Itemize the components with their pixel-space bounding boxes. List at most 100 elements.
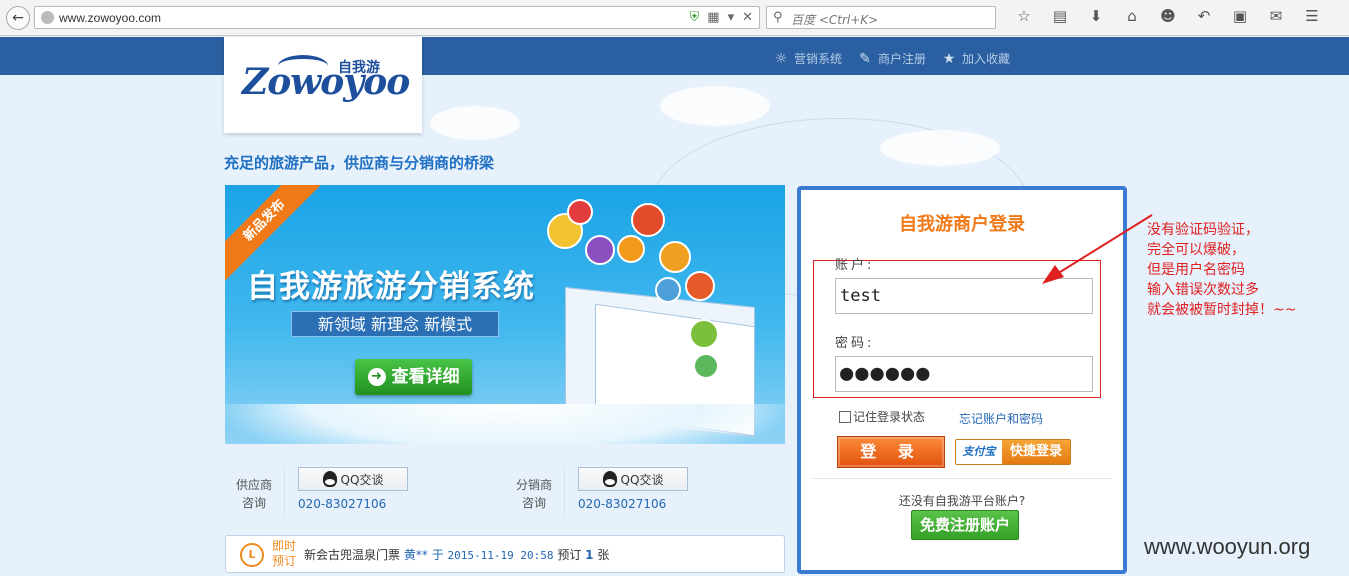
annotation-arrow bbox=[1042, 214, 1153, 284]
arrow-right-icon: ➜ bbox=[367, 368, 386, 386]
undo-icon[interactable]: ↶ bbox=[1186, 7, 1222, 25]
shop-icon bbox=[617, 235, 645, 263]
reader-icon[interactable]: ▤ bbox=[1042, 7, 1078, 25]
live-booking-tag: 即时 预订 bbox=[272, 539, 296, 569]
star-badge-icon bbox=[631, 203, 665, 237]
check-icon bbox=[693, 353, 719, 379]
alipay-quick-login-label: 快捷登录 bbox=[1002, 440, 1070, 464]
logo-wordmark: Zowoyoo bbox=[242, 61, 410, 103]
annotation-note: 没有验证码验证， 完全可以爆破， 但是用户名密码 输入错误次数过多 就会被被暂时… bbox=[1147, 220, 1296, 320]
booking-unit: 张 bbox=[597, 548, 610, 562]
live-tag-line: 预订 bbox=[272, 554, 297, 568]
booking-user: 黄** bbox=[403, 548, 428, 562]
booking-action: 预订 bbox=[557, 548, 582, 562]
live-tag-line: 即时 bbox=[272, 539, 297, 553]
chat-icon[interactable]: ☻ bbox=[1150, 7, 1186, 25]
banner-title: 自我游旅游分销系统 bbox=[247, 269, 535, 305]
speech-icon[interactable]: ✉ bbox=[1258, 7, 1294, 25]
shield-icon[interactable]: ⛨ bbox=[690, 10, 700, 25]
close-icon[interactable]: ✕ bbox=[742, 10, 753, 25]
booking-product: 新会古兜温泉门票 bbox=[304, 548, 401, 562]
cloud-decoration bbox=[880, 130, 1000, 166]
remember-label: 记住登录状态 bbox=[853, 410, 926, 424]
forgot-account-link[interactable]: 忘记账户和密码 bbox=[959, 410, 1043, 427]
booking-count: 1 bbox=[585, 548, 594, 562]
calendar-icon bbox=[659, 241, 691, 273]
link-label: 加入收藏 bbox=[962, 52, 1011, 66]
cloud-decoration bbox=[660, 86, 770, 126]
view-details-button[interactable]: ➜ 查看详细 bbox=[355, 359, 472, 395]
qr-code-icon[interactable]: ▦ bbox=[707, 10, 719, 25]
annotation-line: 完全可以爆破， bbox=[1147, 242, 1245, 258]
password-label: 密码: bbox=[835, 336, 875, 351]
grid-icon bbox=[689, 319, 719, 349]
toolbar-icons: ☆ ▤ ⬇ ⌂ ☻ ↶ ▣ ✉ ☰ bbox=[1006, 7, 1330, 25]
divider bbox=[813, 478, 1111, 479]
supplier-consult-label: 供应商 咨询 bbox=[228, 476, 280, 512]
browser-toolbar: ← www.zowoyoo.com ⛨ ▦ ▾ ✕ ⚲ 百度 <Ctrl+K> … bbox=[0, 0, 1349, 36]
login-button[interactable]: 登 录 bbox=[837, 436, 945, 468]
download-icon[interactable]: ⬇ bbox=[1078, 7, 1114, 25]
flag-icon bbox=[567, 199, 593, 225]
qq-button-label: QQ交谈 bbox=[620, 472, 664, 487]
back-arrow-icon[interactable]: ← bbox=[6, 6, 30, 30]
contact-label-line: 分销商 bbox=[515, 478, 552, 492]
promo-banner[interactable]: 新品发布 自我游旅游分销系统 新领域 新理念 新模式 ➜ 查看详细 bbox=[225, 185, 785, 444]
cloud-decoration bbox=[430, 106, 520, 140]
dropdown-icon[interactable]: ▾ bbox=[728, 10, 735, 25]
checkbox-icon[interactable] bbox=[839, 410, 851, 423]
distributor-phone: 020-83027106 bbox=[578, 497, 667, 511]
clock-icon: L bbox=[240, 543, 264, 567]
search-placeholder: 百度 <Ctrl+K> bbox=[791, 13, 879, 27]
live-booking-entry: 新会古兜温泉门票 黄** 于 2015-11-19 20:58 预订 1 张 bbox=[304, 546, 609, 563]
home-icon[interactable]: ⌂ bbox=[1114, 7, 1150, 25]
contact-label-line: 供应商 bbox=[235, 478, 272, 492]
crop-icon[interactable]: ▣ bbox=[1222, 7, 1258, 25]
alipay-quick-login-button[interactable]: 支付宝 快捷登录 bbox=[955, 439, 1071, 465]
watermark: www.wooyun.org bbox=[1144, 534, 1311, 559]
qq-button-label: QQ交谈 bbox=[340, 472, 384, 487]
divider bbox=[284, 466, 285, 518]
annotation-line: 但是用户名密码 bbox=[1147, 262, 1245, 278]
link-add-favorite[interactable]: ★ 加入收藏 bbox=[940, 50, 1010, 67]
star-icon[interactable]: ☆ bbox=[1006, 7, 1042, 25]
link-merchant-register[interactable]: ✎ 商户注册 bbox=[856, 50, 926, 67]
distributor-qq-chat-button[interactable]: QQ交谈 bbox=[578, 467, 688, 491]
link-label: 商户注册 bbox=[878, 52, 927, 66]
star-icon: ★ bbox=[942, 50, 956, 67]
search-icon: ⚲ bbox=[773, 10, 783, 25]
annotation-line: 就会被被暂时封掉！~~ bbox=[1147, 302, 1297, 318]
url-text: www.zowoyoo.com bbox=[59, 11, 162, 25]
distributor-consult-label: 分销商 咨询 bbox=[508, 476, 560, 512]
alipay-logo: 支付宝 bbox=[956, 440, 1002, 464]
qq-penguin-icon bbox=[322, 471, 337, 487]
banner-subtitle: 新领域 新理念 新模式 bbox=[291, 311, 499, 337]
password-input[interactable]: ●●●●●● bbox=[835, 356, 1093, 392]
free-register-button[interactable]: 免费注册账户 bbox=[911, 510, 1019, 540]
chat-bubbles-icon: ☼ bbox=[774, 50, 788, 67]
no-account-text: 还没有自我游平台账户? bbox=[898, 494, 1026, 508]
qq-penguin-icon bbox=[602, 471, 617, 487]
site-header-bar bbox=[0, 37, 1349, 75]
mail-icon bbox=[585, 235, 615, 265]
site-tagline: 充足的旅游产品，供应商与分销商的桥梁 bbox=[224, 154, 495, 172]
contact-label-line: 咨询 bbox=[521, 496, 546, 510]
globe-icon bbox=[41, 11, 54, 24]
remember-login-checkbox[interactable]: 记住登录状态 bbox=[839, 408, 925, 425]
supplier-qq-chat-button[interactable]: QQ交谈 bbox=[298, 467, 408, 491]
supplier-phone: 020-83027106 bbox=[298, 497, 387, 511]
site-logo[interactable]: 自我游 Zowoyoo bbox=[224, 37, 422, 133]
booking-at: 于 bbox=[431, 548, 444, 562]
annotation-line: 没有验证码验证， bbox=[1147, 222, 1259, 238]
search-bar[interactable]: ⚲ 百度 <Ctrl+K> bbox=[766, 6, 996, 29]
annotation-line: 输入错误次数过多 bbox=[1147, 282, 1259, 298]
account-label: 账户: bbox=[835, 258, 875, 273]
contact-label-line: 咨询 bbox=[241, 496, 266, 510]
menu-icon[interactable]: ☰ bbox=[1294, 7, 1330, 25]
gift-icon bbox=[685, 271, 715, 301]
live-booking-ticker: L 即时 预订 新会古兜温泉门票 黄** 于 2015-11-19 20:58 … bbox=[225, 535, 785, 573]
cloud-decoration bbox=[225, 404, 785, 444]
address-bar[interactable]: www.zowoyoo.com ⛨ ▦ ▾ ✕ bbox=[34, 6, 760, 29]
header-links: ☼ 营销系统 ✎ 商户注册 ★ 加入收藏 bbox=[772, 50, 1010, 67]
link-marketing[interactable]: ☼ 营销系统 bbox=[772, 50, 842, 67]
